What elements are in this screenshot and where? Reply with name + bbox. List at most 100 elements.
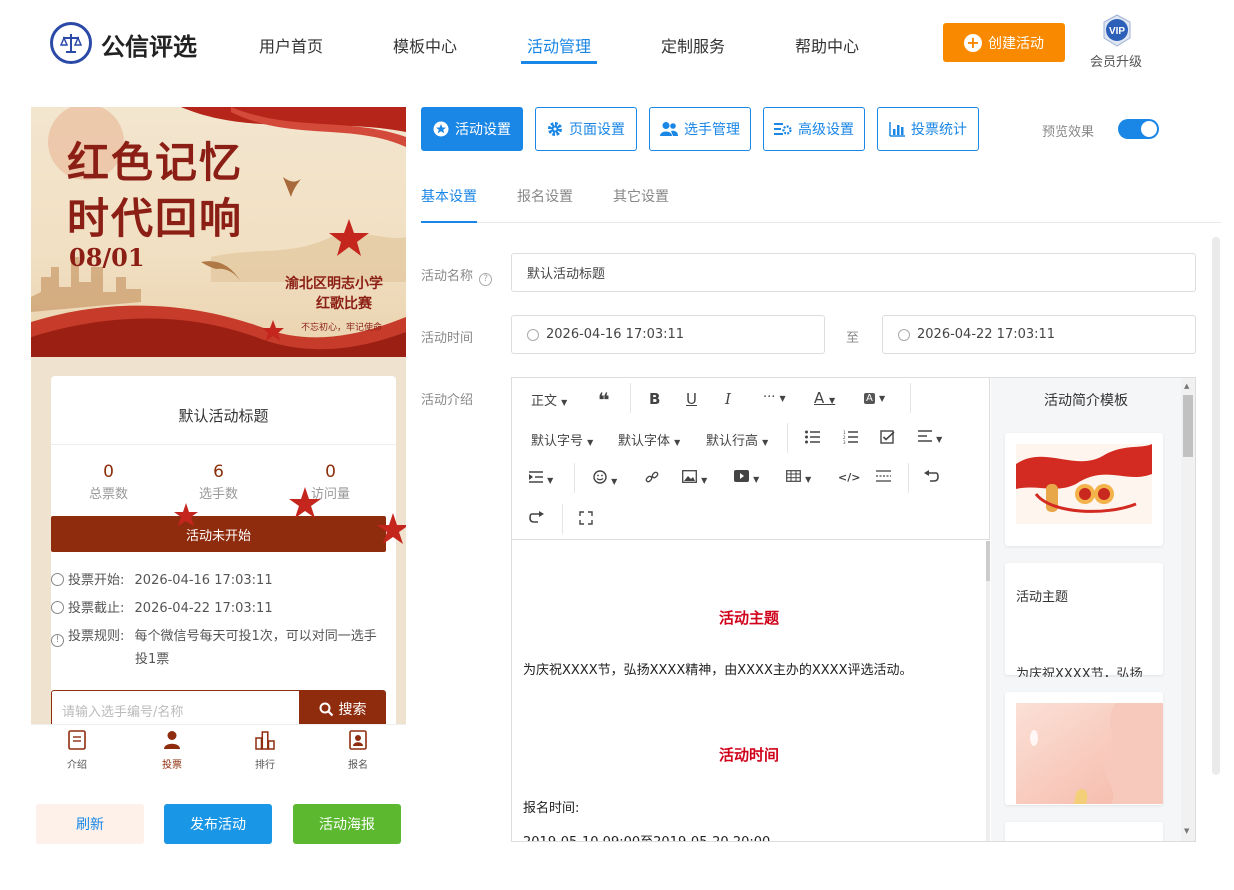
search-button[interactable]: 搜索: [299, 690, 386, 728]
create-activity-label: 创建活动: [988, 35, 1044, 52]
template-card-title: 活动主题: [1016, 590, 1069, 605]
font-family-select[interactable]: 默认字体 ▼: [618, 430, 680, 449]
toggle-knob: [1141, 121, 1157, 137]
image-icon[interactable]: ▼: [682, 470, 707, 487]
line-height-label: 默认行高: [706, 434, 759, 449]
tab-advanced-settings[interactable]: 高级设置: [763, 107, 865, 151]
scrollbar-thumb[interactable]: [986, 541, 990, 581]
template-card[interactable]: [1005, 433, 1163, 546]
vote-start-value: 2026-04-16 17:03:11: [134, 573, 273, 588]
tab-advanced-settings-label: 高级设置: [798, 122, 854, 138]
tab-contestant-management[interactable]: 选手管理: [649, 107, 751, 151]
id-card-icon: [328, 729, 388, 751]
help-icon[interactable]: ?: [479, 273, 493, 286]
underline-icon[interactable]: U: [686, 390, 697, 408]
more-styles-icon[interactable]: ··· ▼: [763, 390, 786, 405]
clock-icon: [898, 328, 910, 341]
subtab-basic-settings[interactable]: 基本设置: [421, 186, 477, 206]
subtab-signup-settings[interactable]: 报名设置: [517, 186, 573, 206]
template-panel-scrollbar[interactable]: ▲ ▼: [1181, 378, 1195, 841]
divider-line-icon[interactable]: [876, 470, 891, 486]
template-thumbnail-image: [1016, 444, 1152, 524]
tab-vote-statistics[interactable]: 投票统计: [877, 107, 979, 151]
font-color-icon[interactable]: A ▼: [814, 389, 835, 407]
activity-start-time-input[interactable]: 2026-04-16 17:03:11: [511, 315, 825, 354]
blockquote-icon[interactable]: ❝: [598, 388, 610, 412]
tab-vote[interactable]: 投票: [142, 729, 202, 771]
activity-name-input[interactable]: 默认活动标题: [511, 253, 1196, 292]
content-scrollbar[interactable]: [986, 541, 990, 841]
content-heading-time: 活动时间: [718, 746, 779, 764]
editor-content-area[interactable]: 活动主题 为庆祝XXXX节，弘扬XXXX精神，由XXXX主办的XXXX评选活动。…: [512, 541, 986, 841]
nav-template-center[interactable]: 模板中心: [393, 33, 457, 57]
background-color-icon[interactable]: A ▼: [864, 390, 885, 405]
refresh-button[interactable]: 刷新: [36, 804, 144, 844]
scroll-up-icon[interactable]: ▲: [1184, 382, 1189, 390]
poster-date: 08/01: [69, 243, 145, 272]
template-card[interactable]: 活动主题 为庆祝XXXX节，弘扬: [1005, 563, 1163, 677]
activity-poster-button[interactable]: 活动海报: [293, 804, 401, 844]
font-size-select[interactable]: 默认字号 ▼: [531, 430, 593, 449]
brand-name: 公信评选: [101, 33, 197, 61]
clock-icon: [51, 573, 64, 586]
poster-title-line2: 时代回响: [67, 194, 244, 243]
template-card[interactable]: [1005, 822, 1163, 841]
bullet-list-icon[interactable]: [805, 430, 820, 448]
content-paragraph: 报名时间:: [523, 801, 580, 816]
link-icon[interactable]: [645, 470, 659, 488]
fullscreen-icon[interactable]: [579, 511, 593, 529]
vote-start-label: 投票开始:: [68, 573, 125, 588]
activity-status-bar: 活动未开始: [51, 516, 386, 552]
content-paragraph: 2019-05-10 09:00至2019-05-20 20:00: [523, 831, 770, 841]
start-time-value: 2026-04-16 17:03:11: [546, 327, 685, 342]
code-icon[interactable]: </>: [838, 471, 860, 484]
tab-activity-settings[interactable]: 活动设置: [421, 107, 523, 151]
info-icon: !: [51, 634, 64, 647]
italic-icon[interactable]: I: [725, 390, 731, 408]
contestant-search-input[interactable]: 请输入选手编号/名称: [51, 690, 301, 728]
page-scrollbar[interactable]: [1212, 237, 1220, 775]
vip-badge-icon[interactable]: VIP: [1100, 14, 1134, 48]
tab-vote-label: 投票: [162, 760, 182, 771]
emoji-icon[interactable]: ▼: [593, 470, 617, 488]
paragraph-format-select[interactable]: 正文 ▼: [531, 390, 567, 409]
scroll-down-icon[interactable]: ▼: [1184, 827, 1189, 835]
activity-time-label: 活动时间: [421, 331, 474, 346]
clock-icon: [527, 328, 539, 341]
video-icon[interactable]: ▼: [734, 470, 759, 486]
search-button-label: 搜索: [338, 702, 367, 718]
subtab-other-settings[interactable]: 其它设置: [613, 186, 669, 206]
ranking-icon: [235, 729, 295, 751]
preview-effect-toggle[interactable]: [1118, 119, 1159, 139]
gear-icon: [548, 122, 562, 136]
create-activity-button[interactable]: + 创建活动: [943, 23, 1065, 62]
numbered-list-icon[interactable]: 123: [843, 430, 858, 448]
publish-activity-button[interactable]: 发布活动: [164, 804, 272, 844]
table-icon[interactable]: ▼: [786, 470, 811, 486]
nav-help-center[interactable]: 帮助中心: [795, 33, 859, 57]
poster-subtitle-line2: 红歌比赛: [316, 296, 372, 312]
vote-end-value: 2026-04-22 17:03:11: [134, 601, 273, 616]
mobile-preview: 红色记忆 时代回响 08/01 渝北区明志小学 红歌比赛 不忘初心，牢记使命 默…: [31, 107, 406, 777]
tab-page-settings[interactable]: 页面设置: [535, 107, 637, 151]
bar-chart-icon: [889, 122, 905, 137]
tab-intro[interactable]: 介绍: [47, 729, 107, 771]
tab-ranking[interactable]: 排行: [235, 729, 295, 771]
scrollbar-thumb[interactable]: [1183, 395, 1193, 457]
nav-user-home[interactable]: 用户首页: [259, 33, 323, 57]
bold-icon[interactable]: B: [649, 390, 660, 408]
indent-icon[interactable]: ▼: [529, 471, 553, 487]
line-height-select[interactable]: 默认行高 ▼: [706, 430, 768, 449]
undo-icon[interactable]: [924, 470, 939, 487]
template-card[interactable]: [1005, 692, 1163, 805]
activity-end-time-input[interactable]: 2026-04-22 17:03:11: [882, 315, 1196, 354]
checklist-icon[interactable]: [880, 430, 895, 448]
activity-name-label-text: 活动名称: [421, 269, 474, 284]
vip-upgrade-label[interactable]: 会员升级: [1090, 51, 1142, 70]
tab-signup[interactable]: 报名: [328, 729, 388, 771]
nav-activity-management[interactable]: 活动管理: [527, 33, 591, 57]
nav-custom-service[interactable]: 定制服务: [661, 33, 725, 57]
align-icon[interactable]: ▼: [918, 430, 942, 446]
vote-end-row: 投票截止: 2026-04-22 17:03:11: [51, 597, 273, 620]
redo-icon[interactable]: [529, 511, 544, 528]
